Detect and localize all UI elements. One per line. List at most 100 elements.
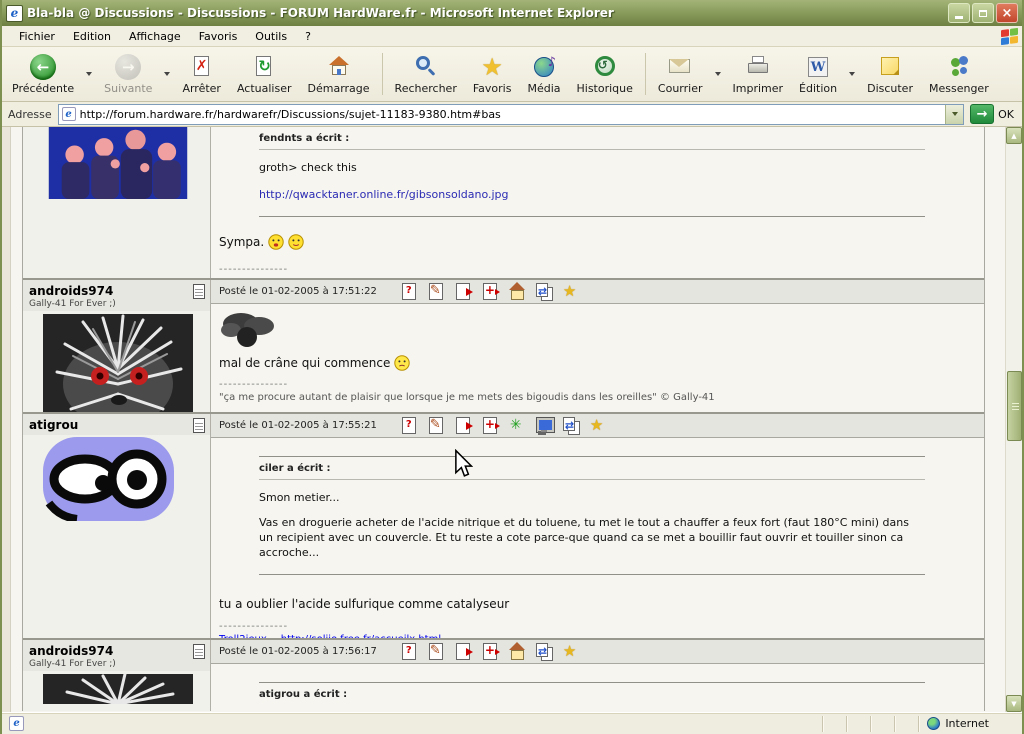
title-bar[interactable]: e Bla-bla @ Discussions - Discussions - …: [2, 0, 1022, 26]
print-button[interactable]: Imprimer: [725, 50, 792, 98]
smiley-icon: [268, 234, 284, 250]
post-author[interactable]: atigrou: [29, 418, 78, 432]
favorites-button[interactable]: ★ Favoris: [465, 50, 520, 98]
favorites-star-icon: ★: [481, 53, 503, 81]
post-action-icons: [391, 416, 607, 434]
forward-icon[interactable]: [454, 417, 473, 434]
icq-icon[interactable]: [508, 417, 526, 434]
post-action-icons: [391, 282, 580, 300]
menu-outils[interactable]: Outils: [246, 28, 296, 45]
transfer-icon[interactable]: [535, 283, 553, 300]
menu-affichage[interactable]: Affichage: [120, 28, 190, 45]
quote-author: ciler a écrit :: [259, 457, 925, 480]
post-author[interactable]: androids974: [29, 284, 116, 298]
post-author[interactable]: androids974: [29, 644, 116, 658]
profile-card-icon[interactable]: [193, 644, 205, 659]
forward-dropdown-icon[interactable]: [164, 72, 171, 76]
menu-edition[interactable]: Edition: [64, 28, 120, 45]
search-button[interactable]: Rechercher: [387, 50, 465, 98]
forward-icon: →: [115, 54, 142, 80]
signature: "ça me procure autant de plaisir que lor…: [219, 392, 715, 403]
scrollbar-thumb[interactable]: [1007, 371, 1022, 441]
status-cell: [870, 715, 894, 732]
profile-card-icon[interactable]: [193, 418, 205, 433]
menu-fichier[interactable]: Fichier: [10, 28, 64, 45]
monitor-icon[interactable]: [535, 417, 554, 434]
go-button[interactable]: →: [970, 104, 995, 124]
mail-dropdown-icon[interactable]: [714, 72, 721, 76]
forward-button[interactable]: → Suivante: [96, 50, 160, 98]
post-action-icons: [391, 642, 580, 660]
refresh-button[interactable]: ↻ Actualiser: [229, 50, 300, 98]
back-button[interactable]: ← Précédente: [4, 50, 82, 98]
status-cell: [822, 715, 846, 732]
ie-app-icon: e: [6, 4, 23, 22]
windows-logo-icon: [998, 26, 1020, 46]
stop-button[interactable]: ✗ Arrêter: [174, 50, 229, 98]
reply-quote-icon[interactable]: [400, 283, 418, 300]
post-body: Sympa.: [219, 235, 265, 249]
close-button[interactable]: ×: [996, 3, 1018, 23]
restore-button[interactable]: [972, 3, 994, 23]
messenger-button[interactable]: Messenger: [921, 50, 997, 98]
star-icon[interactable]: [562, 642, 580, 660]
post-timestamp: Posté le 01-02-2005 à 17:56:17: [219, 646, 377, 657]
address-input[interactable]: [79, 107, 946, 121]
scroll-down-icon[interactable]: ▼: [1006, 695, 1022, 712]
address-dropdown-icon[interactable]: [945, 104, 964, 124]
address-input-box[interactable]: e: [57, 103, 965, 125]
forward-icon[interactable]: [454, 283, 473, 300]
edit-icon[interactable]: [427, 417, 445, 434]
post-body: tu a oublier l'acide sulfurique comme ca…: [219, 597, 510, 611]
quote-link[interactable]: http://qwacktaner.online.fr/gibsonsoldan…: [259, 187, 509, 202]
avatar-grey-furry-creature: [43, 314, 210, 412]
back-dropdown-icon[interactable]: [86, 72, 93, 76]
back-icon: ←: [30, 54, 57, 80]
star-icon[interactable]: [562, 282, 580, 300]
history-icon: ↺: [592, 54, 618, 80]
media-button[interactable]: ♪ Média: [519, 50, 568, 98]
forum-post-4: androids974 Gally-41 For Ever ;) Posté l…: [23, 640, 984, 711]
mail-button[interactable]: Courrier: [650, 50, 711, 98]
edit-dropdown-icon[interactable]: [849, 72, 856, 76]
quote-author: atigrou a écrit :: [259, 689, 348, 700]
discuss-button[interactable]: Discuter: [859, 50, 921, 98]
scrollbar-track[interactable]: [1006, 144, 1022, 695]
add-icon[interactable]: [481, 417, 500, 434]
edit-icon[interactable]: [427, 643, 445, 660]
go-label[interactable]: OK: [998, 108, 1014, 121]
menu-bar: Fichier Edition Affichage Favoris Outils…: [2, 26, 1022, 47]
transfer-icon[interactable]: [562, 417, 580, 434]
home-icon[interactable]: [508, 642, 526, 660]
vertical-scrollbar[interactable]: ▲ ▼: [1005, 127, 1022, 712]
transfer-icon[interactable]: [535, 643, 553, 660]
stop-icon: ✗: [193, 56, 209, 76]
post-timestamp: Posté le 01-02-2005 à 17:55:21: [219, 420, 377, 431]
scroll-up-icon[interactable]: ▲: [1006, 127, 1022, 144]
home-button[interactable]: Démarrage: [300, 50, 378, 98]
post-timestamp: Posté le 01-02-2005 à 17:51:22: [219, 286, 377, 297]
quote-author: fendnts a écrit :: [259, 127, 925, 150]
window-title: Bla-bla @ Discussions - Discussions - FO…: [27, 6, 614, 20]
status-cell: [894, 715, 918, 732]
minimize-button[interactable]: [948, 3, 970, 23]
reply-quote-icon[interactable]: [400, 417, 418, 434]
post-author-subtitle: Gally-41 For Ever ;): [29, 659, 116, 669]
forward-icon[interactable]: [454, 643, 473, 660]
add-icon[interactable]: [481, 283, 500, 300]
star-icon[interactable]: [589, 416, 607, 434]
profile-card-icon[interactable]: [193, 284, 205, 299]
menu-favoris[interactable]: Favoris: [190, 28, 247, 45]
mail-icon: [667, 54, 693, 80]
edit-word-button[interactable]: W Édition: [791, 50, 845, 98]
document-ie-icon: e: [9, 716, 24, 731]
browser-window: e Bla-bla @ Discussions - Discussions - …: [0, 0, 1024, 734]
forum-page: fendnts a écrit : groth> check this http…: [11, 127, 1005, 712]
home-icon[interactable]: [508, 282, 526, 300]
add-icon[interactable]: [481, 643, 500, 660]
reply-quote-icon[interactable]: [400, 643, 418, 660]
menu-aide[interactable]: ?: [296, 28, 320, 45]
history-button[interactable]: ↺ Historique: [569, 50, 641, 98]
internet-globe-icon: [927, 717, 941, 730]
edit-icon[interactable]: [427, 283, 445, 300]
